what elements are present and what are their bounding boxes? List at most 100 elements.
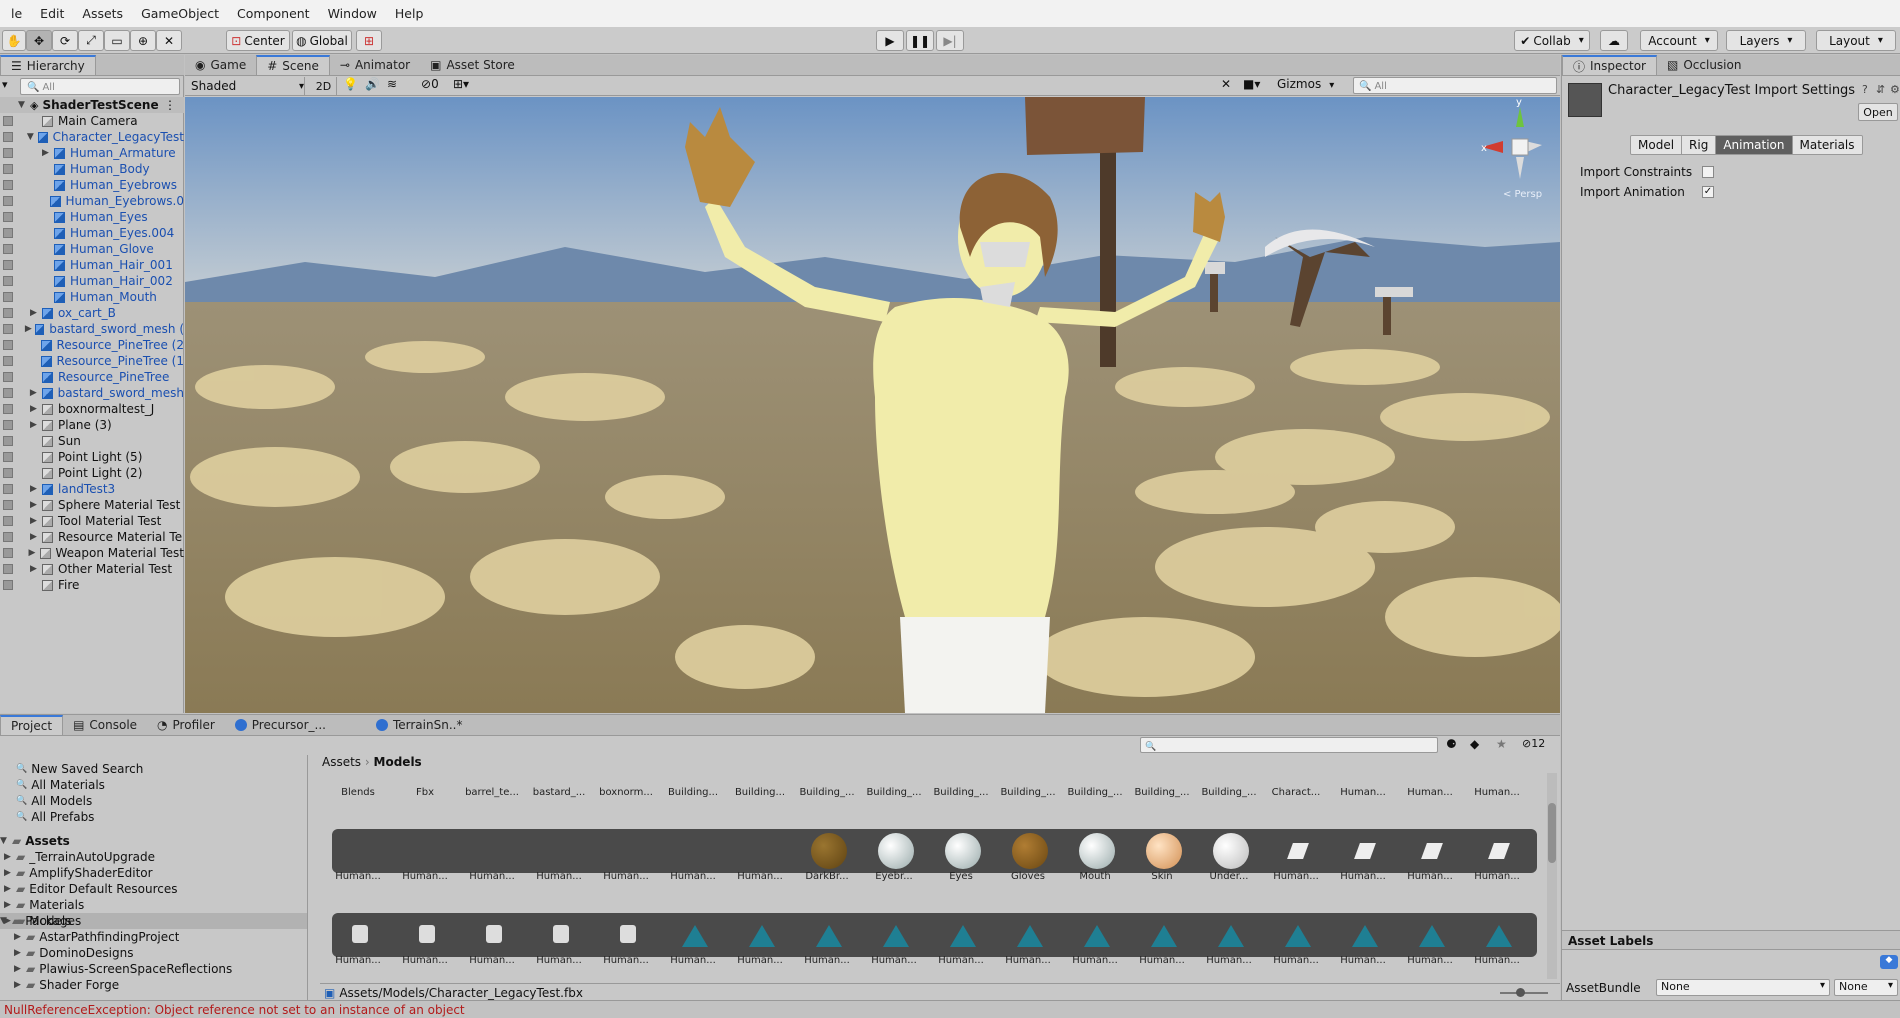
asset-label[interactable]: Human... [1469,955,1525,966]
mesh-preview-icon[interactable] [419,925,435,943]
visibility-toggle-icon[interactable] [3,420,13,430]
expand-arrow-icon[interactable]: ▶ [14,980,26,990]
saved-search-item[interactable]: 🔍 New Saved Search [16,761,143,777]
asset-label[interactable]: Blends [330,787,386,798]
mesh-preview-icon[interactable] [620,925,636,943]
asset-label[interactable]: boxnorm... [598,787,654,798]
visibility-toggle-icon[interactable] [3,484,13,494]
tab-animator[interactable]: ⊸ Animator [330,55,420,75]
cloud-icon[interactable]: ☁ [1600,30,1628,51]
asset-label[interactable]: Building_... [1134,787,1190,798]
asset-label[interactable]: Eyebr... [866,871,922,882]
avatar-asset-icon[interactable] [749,925,775,947]
hierarchy-item[interactable]: Human_Hair_002 [0,273,184,289]
expand-arrow-icon[interactable]: ▶ [30,308,42,318]
avatar-asset-icon[interactable] [1486,925,1512,947]
visibility-toggle-icon[interactable] [3,372,13,382]
asset-label[interactable]: Building_... [1067,787,1123,798]
visibility-toggle-icon[interactable] [3,276,13,286]
visibility-toggle-icon[interactable] [3,388,13,398]
hierarchy-item[interactable]: ▶ Other Material Test [0,561,184,577]
mesh-preview-icon[interactable] [486,925,502,943]
asset-label[interactable]: Human... [1402,787,1458,798]
material-sphere-icon[interactable] [1079,833,1115,869]
visibility-toggle-icon[interactable] [3,228,13,238]
asset-label[interactable]: Human... [1469,871,1525,882]
hierarchy-item[interactable]: Human_Glove [0,241,184,257]
avatar-asset-icon[interactable] [816,925,842,947]
asset-label[interactable]: Human... [1201,955,1257,966]
expand-arrow-icon[interactable]: ▶ [4,868,16,878]
move-tool-icon[interactable]: ✥ [26,30,52,51]
menu-help[interactable]: Help [386,6,433,21]
asset-label[interactable]: Human... [397,955,453,966]
hidden-packages-count[interactable]: ⊘12 [1522,737,1545,750]
hierarchy-item[interactable]: ▶ boxnormaltest_J [0,401,184,417]
visibility-toggle-icon[interactable] [3,340,13,350]
hierarchy-item[interactable]: Human_Body [0,161,184,177]
expand-arrow-icon[interactable]: ▶ [30,564,42,574]
breadcrumb-models[interactable]: Models [374,755,422,769]
hierarchy-item[interactable]: ▶ Tool Material Test [0,513,184,529]
scene-viewport[interactable]: x y < Persp [185,97,1560,713]
expand-arrow-icon[interactable]: ▶ [4,884,16,894]
asset-label[interactable]: Human... [665,871,721,882]
assetbundle-dropdown[interactable]: None [1656,979,1830,996]
visibility-icon[interactable]: ⊘0 [421,77,439,91]
asset-label[interactable]: Under... [1201,871,1257,882]
visibility-toggle-icon[interactable] [3,356,13,366]
expand-arrow-icon[interactable]: ▼ [27,132,38,142]
asset-label[interactable]: Human... [732,955,788,966]
visibility-toggle-icon[interactable] [3,548,13,558]
tab-precursor[interactable]: Precursor_... [225,715,366,735]
asset-label[interactable]: Human... [397,871,453,882]
asset-label[interactable]: Human... [1067,955,1123,966]
visibility-toggle-icon[interactable] [3,500,13,510]
asset-label[interactable]: Gloves [1000,871,1056,882]
help-icon[interactable]: ? [1862,83,1868,96]
hierarchy-item[interactable]: ▶ landTest3 [0,481,184,497]
hierarchy-item[interactable]: Resource_PineTree [0,369,184,385]
assets-root-row[interactable]: ▼ ▰ Assets [0,833,70,849]
hierarchy-item[interactable]: ▶ ox_cart_B [0,305,184,321]
asset-label[interactable]: Human... [531,871,587,882]
hierarchy-item[interactable]: Resource_PineTree (1 [0,353,184,369]
hierarchy-item[interactable]: ▼ Character_LegacyTest [0,129,184,145]
visibility-toggle-icon[interactable] [3,292,13,302]
label-tag-icon[interactable]: ◆ [1880,955,1898,969]
subtab-animation[interactable]: Animation [1716,136,1793,154]
asset-label[interactable]: barrel_te... [464,787,520,798]
avatar-asset-icon[interactable] [1017,925,1043,947]
visibility-toggle-icon[interactable] [3,260,13,270]
asset-label[interactable]: Human... [1469,787,1525,798]
asset-label[interactable]: Mouth [1067,871,1123,882]
material-sphere-icon[interactable] [1213,833,1249,869]
menu-assets[interactable]: Assets [73,6,132,21]
expand-arrow-icon[interactable]: ▶ [29,548,40,558]
asset-label[interactable]: Human... [732,871,788,882]
avatar-asset-icon[interactable] [1151,925,1177,947]
tab-project[interactable]: Project [0,715,64,735]
gear-icon[interactable]: ⚙ [1890,83,1900,96]
saved-search-item[interactable]: 🔍 All Materials [16,777,105,793]
expand-arrow-icon[interactable]: ▶ [30,516,42,526]
visibility-toggle-icon[interactable] [3,148,13,158]
pause-button[interactable]: ❚❚ [906,30,934,51]
material-sphere-icon[interactable] [945,833,981,869]
hierarchy-item[interactable]: ▶ Weapon Material Test [0,545,184,561]
subtab-materials[interactable]: Materials [1792,136,1862,154]
visibility-toggle-icon[interactable] [3,532,13,542]
mesh-preview-icon[interactable] [553,925,569,943]
hierarchy-item[interactable]: Fire [0,577,184,593]
material-sphere-icon[interactable] [1146,833,1182,869]
avatar-asset-icon[interactable] [1352,925,1378,947]
visibility-toggle-icon[interactable] [3,180,13,190]
asset-label[interactable]: Building_... [1000,787,1056,798]
collab-dropdown[interactable]: ✔ Collab [1514,30,1590,51]
hand-tool-icon[interactable]: ✋ [2,30,26,51]
asset-label[interactable]: Human... [1335,871,1391,882]
hierarchy-item[interactable]: ▶ bastard_sword_mesh ( [0,321,184,337]
assetbundle-variant-dropdown[interactable]: None [1834,979,1898,996]
mode-2d-button[interactable]: 2D [311,77,337,95]
asset-label[interactable]: Building... [665,787,721,798]
